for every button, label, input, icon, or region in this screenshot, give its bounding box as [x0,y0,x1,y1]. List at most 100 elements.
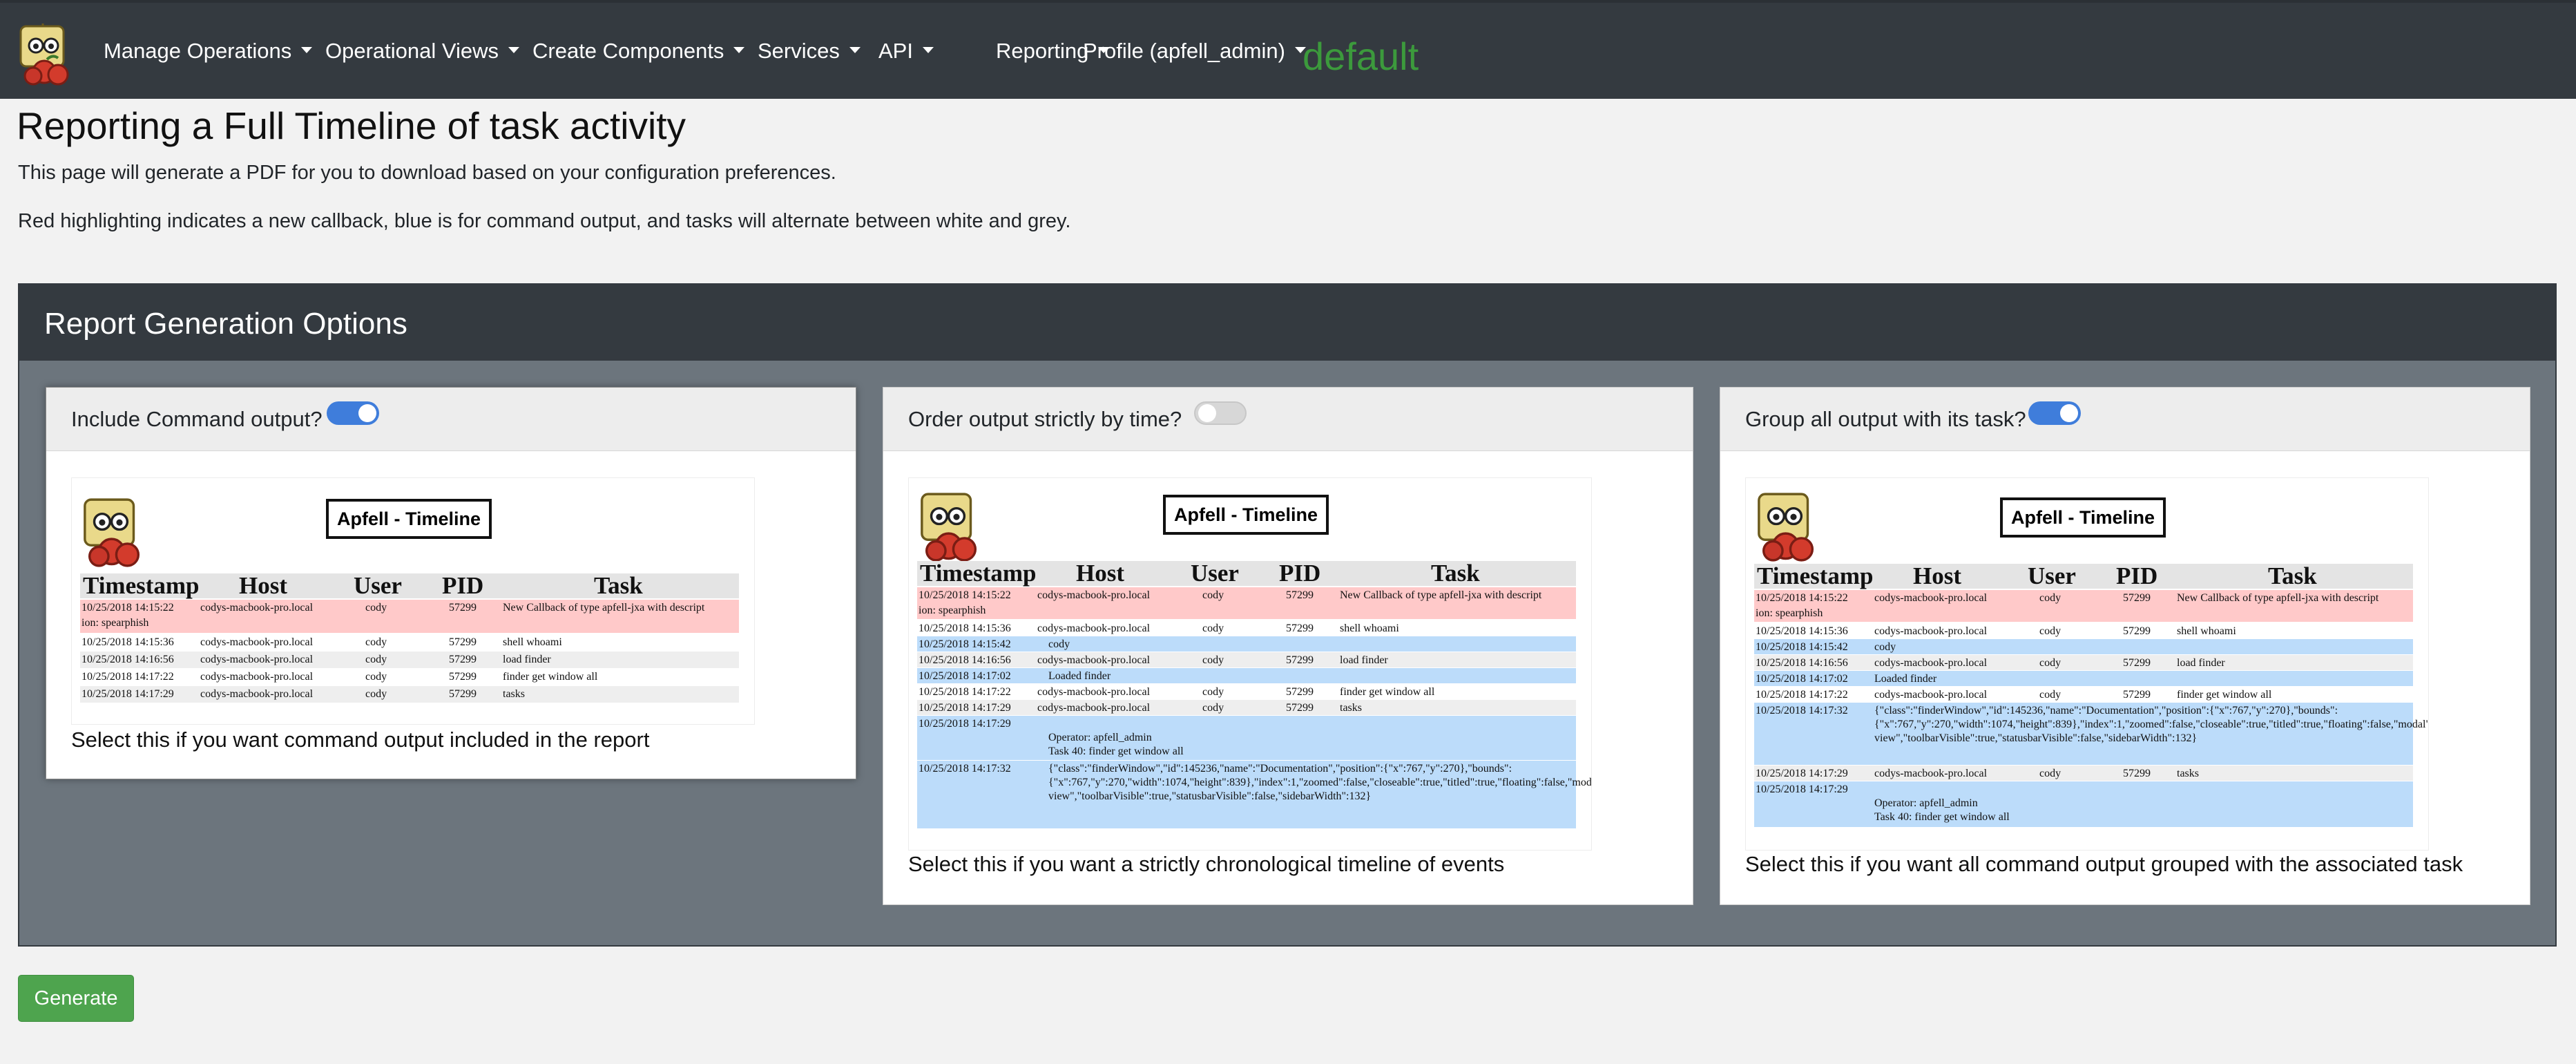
row-time: 10/25/2018 14:17:29 [919,702,1011,714]
nav-api-label: API [878,39,913,63]
nav-manage-operations[interactable]: Manage Operations [104,36,313,66]
group-output-toggle[interactable] [2028,401,2081,425]
row-time: 10/25/2018 14:15:22 [81,602,174,614]
nav-create-components[interactable]: Create Components [532,36,745,66]
nav-services[interactable]: Services [758,36,861,66]
row-host: codys-macbook-pro.local [1037,686,1151,698]
row-pid: 57299 [1286,589,1314,601]
caret-down-icon [849,47,861,54]
nav-create-components-label: Create Components [532,39,724,63]
row-task: New Callback of type apfell-jxa with des… [503,602,705,614]
row-time: 10/25/2018 14:15:36 [1756,625,1848,637]
option-card-group-output[interactable]: Group all output with its task? Apfell -… [1720,387,2530,905]
table-row: 10/25/2018 14:15:22 codys-macbook-pro.loc… [1754,590,2413,622]
row-user: cody [2039,768,2061,779]
card-header: Group all output with its task? [1720,388,2530,451]
row-task: shell whoami [2177,625,2236,637]
row-task: tasks [503,688,525,700]
table-row: 10/25/2018 14:15:36 codys-macbook-pro.loc… [917,620,1576,636]
row-host: codys-macbook-pro.local [200,636,314,648]
apfell-logo-icon [1758,493,1814,562]
table-row: 10/25/2018 14:15:22 codys-macbook-pro.loc… [917,587,1576,619]
order-by-time-caption: Select this if you want a strictly chron… [908,852,1505,876]
nav-operational-views-label: Operational Views [325,39,499,63]
toggle-knob [1198,404,1216,422]
timeline-title: Apfell - Timeline [326,499,492,539]
output-row: 10/25/2018 14:17:32 {"class":"finderWind… [1754,703,2428,765]
row-pid: 57299 [2123,657,2151,669]
row-task: load finder [503,654,551,665]
row-time: 10/25/2018 14:17:32 [919,763,1011,775]
order-by-time-toggle[interactable] [1194,401,1247,425]
row-host: codys-macbook-pro.local [200,688,314,700]
table-row: 10/25/2018 14:15:36 codys-macbook-pro.loc… [80,634,739,651]
row-time: 10/25/2018 14:15:22 [919,589,1011,601]
nav-operational-views[interactable]: Operational Views [325,36,520,66]
apfell-logo[interactable] [17,23,76,87]
row-pid: 57299 [1286,686,1314,698]
order-by-time-label: Order output strictly by time? [908,407,1182,431]
row-user: cody [1202,589,1224,601]
row-host: codys-macbook-pro.local [200,602,314,614]
highlight-legend: Red highlighting indicates a new callbac… [18,210,1071,232]
row-output: Loaded finder [1048,670,1111,682]
row-time: 10/25/2018 14:16:56 [1756,657,1848,669]
table-row: 10/25/2018 14:17:22 codys-macbook-pro.loc… [917,684,1576,699]
option-card-order-by-time[interactable]: Order output strictly by time? Apfell - … [883,387,1693,905]
toggle-knob [358,404,376,422]
table-row: 10/25/2018 14:15:36 codys-macbook-pro.loc… [1754,623,2413,638]
navbar: Manage Operations Operational Views Crea… [0,0,2576,99]
option-card-include-output[interactable]: Include Command output? Apfell - Timelin… [46,387,856,779]
col-user: User [2028,562,2076,589]
generate-button[interactable]: Generate [18,975,134,1022]
row-host: codys-macbook-pro.local [200,654,314,665]
row-task-cont: ion: spearphish [81,617,149,629]
nav-reporting-label: Reporting [996,39,1089,63]
row-time: 10/25/2018 14:17:29 [1756,783,1848,795]
row-task: finder get window all [2177,689,2272,701]
page-title: Reporting a Full Timeline of task activi… [17,104,686,147]
row-output: Task 40: finder get window all [1874,811,2010,823]
table-row: 10/25/2018 14:17:22 codys-macbook-pro.loc… [1754,687,2413,702]
row-host: codys-macbook-pro.local [1037,589,1151,601]
nav-api[interactable]: API [878,36,934,66]
nav-profile[interactable]: Profile (apfell_admin) [1083,36,1306,66]
row-time: 10/25/2018 14:15:22 [1756,592,1848,604]
group-output-caption: Select this if you want all command outp… [1745,852,2463,876]
col-pid: PID [442,572,484,599]
row-time: 10/25/2018 14:17:32 [1756,705,1848,716]
table-row: 10/25/2018 14:16:56 codys-macbook-pro.loc… [1754,655,2413,670]
row-time: 10/25/2018 14:16:56 [81,654,174,665]
col-pid: PID [1279,560,1321,587]
nav-manage-operations-label: Manage Operations [104,39,292,63]
toggle-knob [2060,404,2078,422]
row-user: cody [1202,623,1224,634]
current-operation: default [1303,35,1419,78]
col-timestamp: Timestamp [1757,562,1874,589]
timeline-title: Apfell - Timeline [1163,495,1329,535]
apfell-logo-icon [84,498,140,567]
report-options-panel: Report Generation Options Include Comman… [18,283,2557,947]
row-pid: 57299 [449,654,477,665]
row-host: codys-macbook-pro.local [1874,689,1988,701]
row-task-cont: ion: spearphish [1756,607,1823,619]
include-output-toggle[interactable] [327,401,379,425]
card-header: Include Command output? [46,388,856,451]
col-user: User [1191,560,1239,587]
table-header: Timestamp Host User PID Task [917,561,1576,586]
row-task: tasks [2177,768,2199,779]
row-host: codys-macbook-pro.local [1037,623,1151,634]
row-user: cody [1202,686,1224,698]
caret-down-icon [301,47,313,54]
table-row: 10/25/2018 14:17:29 codys-macbook-pro.loc… [1754,766,2413,781]
row-user: cody [2039,657,2061,669]
col-timestamp: Timestamp [83,572,200,599]
row-operator: Operator: apfell_admin [1048,732,1152,743]
table-row: 10/25/2018 14:17:29 codys-macbook-pro.loc… [917,700,1576,715]
row-task: tasks [1340,702,1362,714]
row-pid: 57299 [2123,689,2151,701]
group-output-label: Group all output with its task? [1745,407,2026,431]
col-task: Task [1431,560,1480,587]
col-pid: PID [2116,562,2158,589]
row-host: codys-macbook-pro.local [200,671,314,683]
